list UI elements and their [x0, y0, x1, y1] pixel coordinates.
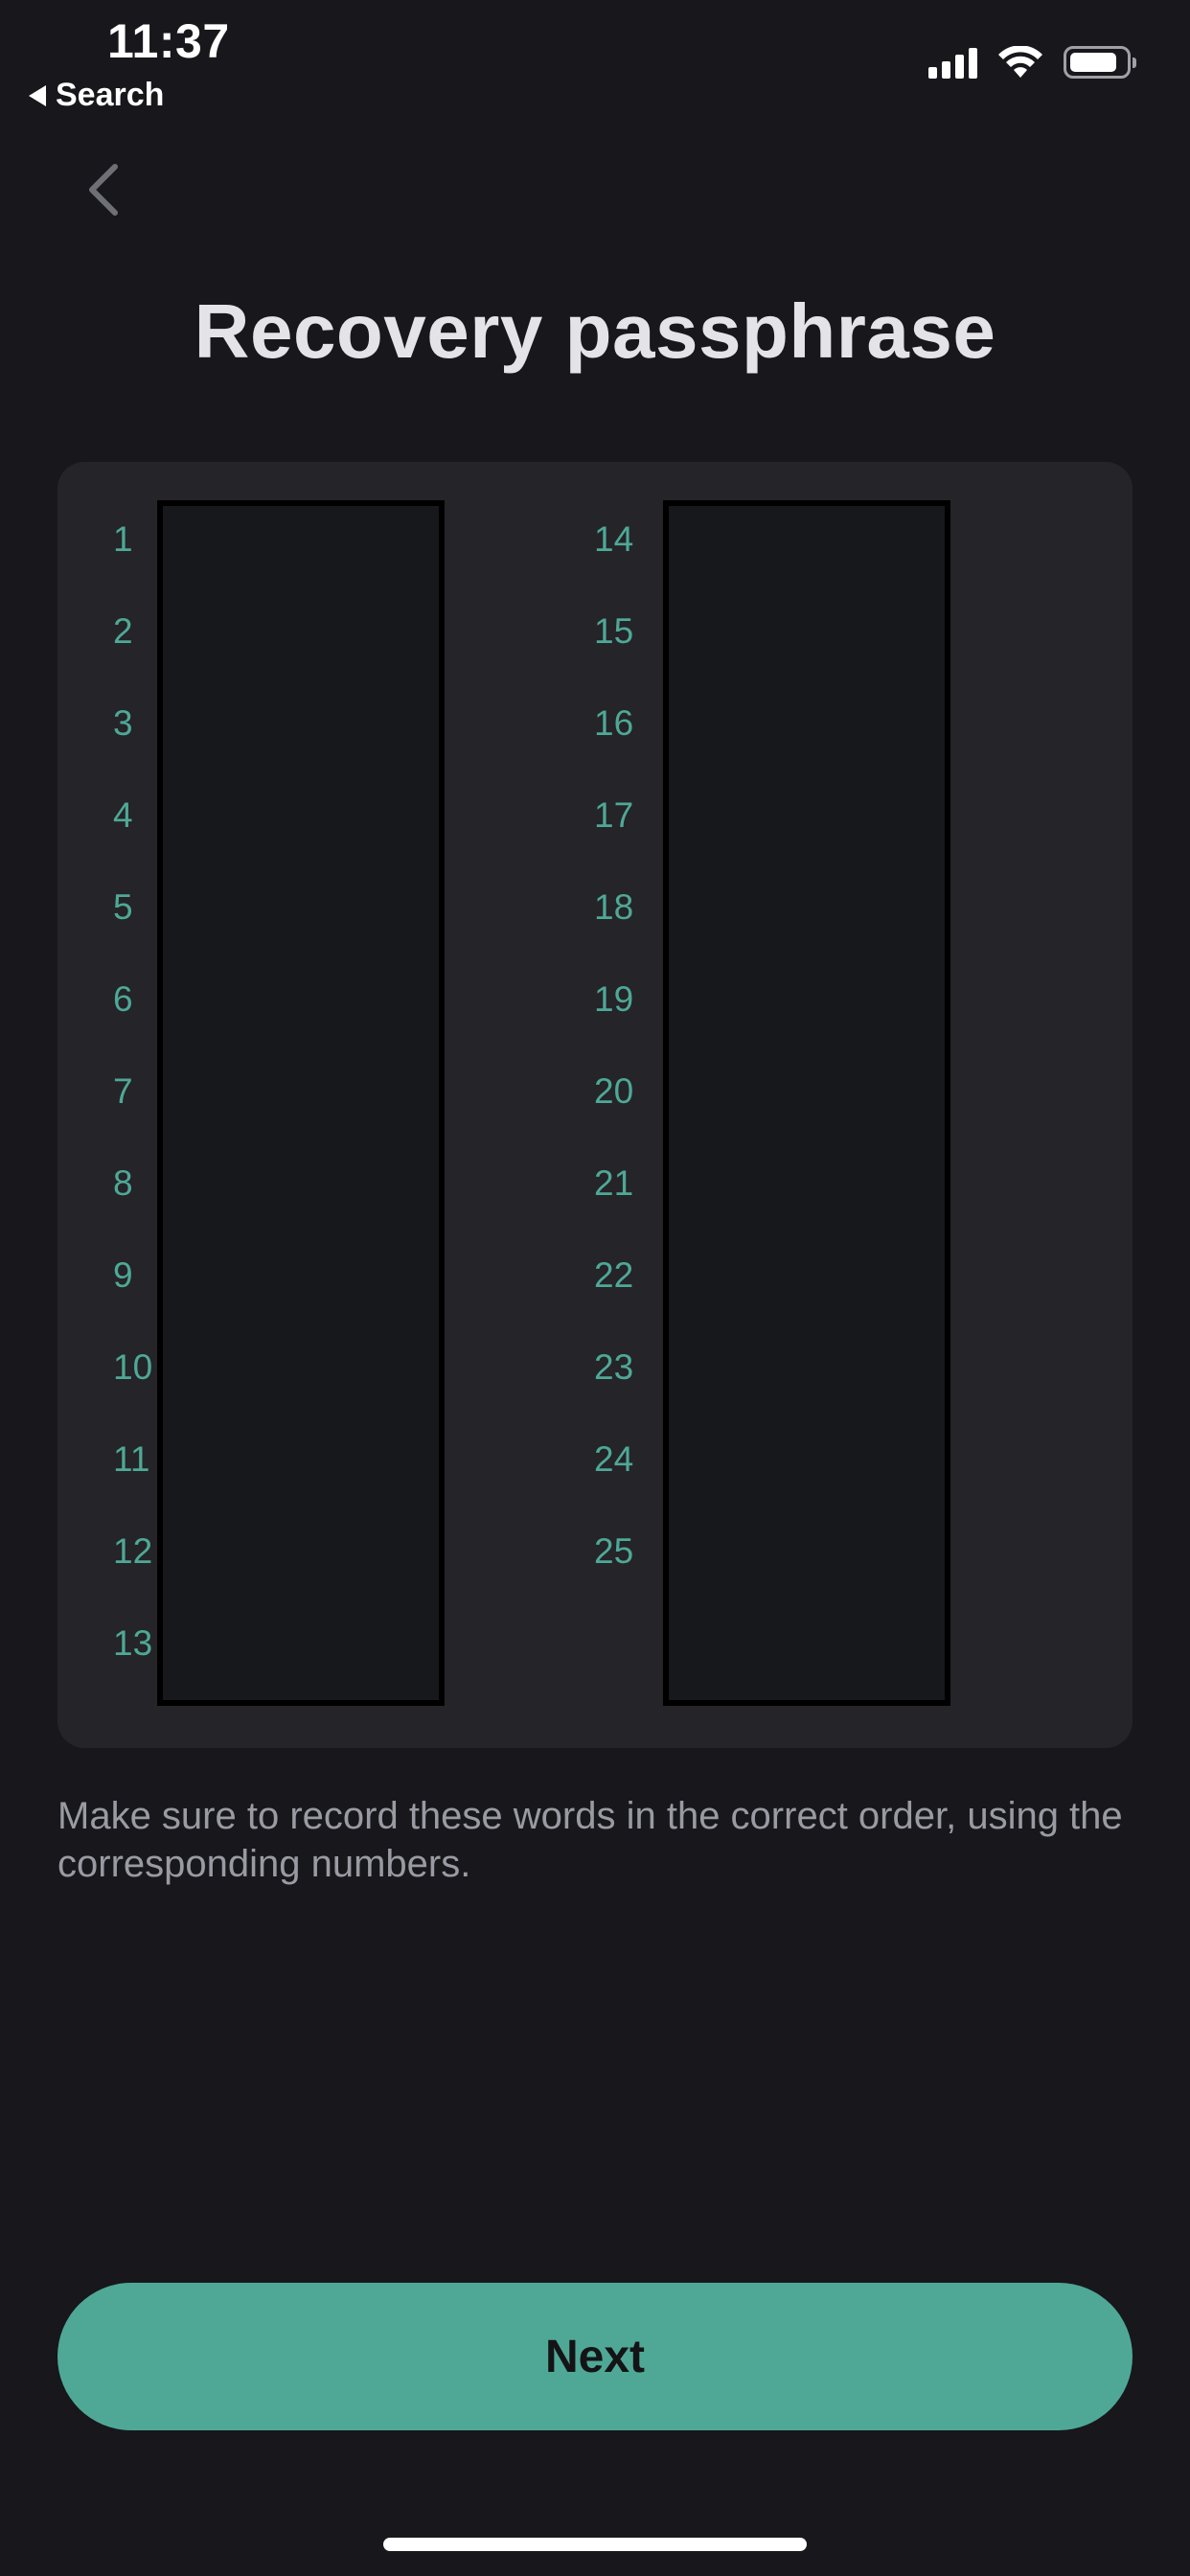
- status-back-label: Search: [56, 77, 165, 113]
- home-indicator[interactable]: [383, 2538, 807, 2551]
- battery-level-fill: [1070, 53, 1116, 72]
- status-back-to-search[interactable]: Search: [29, 77, 164, 114]
- instructions-text: Make sure to record these words in the c…: [57, 1795, 1123, 1885]
- page-title: Recovery passphrase: [194, 288, 996, 374]
- chevron-left-icon: [89, 164, 118, 216]
- next-button[interactable]: Next: [57, 2283, 1133, 2430]
- signal-icon: [928, 46, 977, 79]
- hidden-words-right: [663, 500, 950, 1706]
- status-time: 11:37: [107, 14, 230, 68]
- battery-icon: [1064, 46, 1136, 79]
- back-button[interactable]: [75, 153, 132, 226]
- wifi-icon: [998, 46, 1042, 78]
- back-triangle-icon: [29, 84, 46, 106]
- hidden-words-left: [157, 500, 445, 1706]
- status-icons: [928, 46, 1136, 79]
